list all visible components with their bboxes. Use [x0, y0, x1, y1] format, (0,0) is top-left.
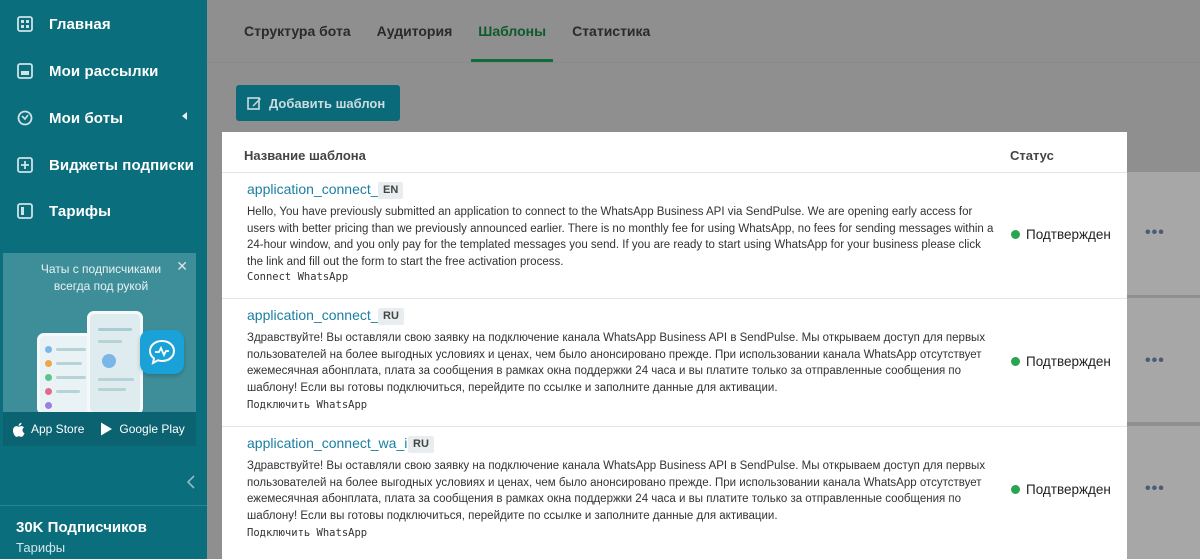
sidebar-item-label: Главная [49, 15, 111, 33]
apple-icon [12, 422, 25, 437]
language-badge: RU [408, 436, 434, 453]
status-dot-icon [1011, 485, 1020, 494]
sidebar-item-bots[interactable]: Мои боты [0, 95, 207, 141]
template-name[interactable]: application_connect_wa [247, 181, 396, 197]
status-dot-icon [1011, 357, 1020, 366]
collapse-sidebar-button[interactable] [186, 474, 200, 492]
sidebar-item-label: Виджеты подписки [49, 156, 194, 174]
divider [207, 62, 1200, 63]
template-name[interactable]: application_connect_wa_img [247, 435, 427, 451]
sidebar-item-home[interactable]: Главная [0, 1, 207, 47]
sidebar: Главная Мои рассылки Мои боты Виджеты по… [0, 0, 207, 559]
template-button-label: Connect WhatsApp [247, 271, 349, 283]
template-text: Hello, You have previously submitted an … [247, 206, 994, 268]
mailing-icon [16, 62, 34, 80]
app-store-label: App Store [31, 422, 85, 436]
row-menu-button[interactable]: ••• [1145, 480, 1165, 498]
template-button-label: Подключить WhatsApp [247, 527, 368, 539]
tariffs-link[interactable]: Тарифы [16, 540, 65, 555]
status-label: Подтвержден [1026, 227, 1111, 242]
row-menu-button[interactable]: ••• [1145, 224, 1165, 242]
template-text: Здравствуйте! Вы оставляли свою заявку н… [247, 332, 986, 394]
status-label: Подтвержден [1026, 354, 1111, 369]
status-badge: Подтвержден [1011, 482, 1111, 497]
tab-templates[interactable]: Шаблоны [465, 0, 559, 62]
row-menu-button[interactable]: ••• [1145, 352, 1165, 370]
table-row[interactable]: application_connect_wa EN Hello, You hav… [222, 172, 1127, 296]
sidebar-item-mailings[interactable]: Мои рассылки [0, 48, 207, 94]
edit-icon [247, 96, 261, 110]
phone-illustration [87, 311, 143, 415]
bots-icon [16, 109, 34, 127]
column-header-name: Название шаблона [244, 148, 366, 163]
template-name[interactable]: application_connect_wa [247, 307, 396, 323]
pricing-icon [16, 202, 34, 220]
add-template-label: Добавить шаблон [269, 95, 386, 111]
google-play-link[interactable]: Google Play [100, 422, 185, 436]
table-row[interactable]: application_connect_wa_img RU Здравствуй… [222, 426, 1127, 559]
chevron-left-icon [186, 475, 195, 489]
main-content: Структура бота Аудитория Шаблоны Статист… [207, 0, 1200, 559]
status-label: Подтвержден [1026, 482, 1111, 497]
column-header-status: Статус [1010, 148, 1054, 163]
google-play-label: Google Play [119, 422, 185, 436]
status-badge: Подтвержден [1011, 227, 1111, 242]
templates-table: Название шаблона Статус application_conn… [222, 132, 1127, 559]
status-dot-icon [1011, 230, 1020, 239]
mobile-app-promo: Чаты с подписчиками всегда под рукой ✕ A… [3, 253, 196, 446]
divider [0, 505, 207, 506]
google-play-icon [101, 422, 113, 436]
close-icon[interactable]: ✕ [176, 259, 188, 273]
sidebar-item-widgets[interactable]: Виджеты подписки [0, 142, 207, 188]
store-links: App Store Google Play [3, 412, 196, 446]
add-template-button[interactable]: Добавить шаблон [236, 85, 400, 121]
tab-statistics[interactable]: Статистика [559, 0, 663, 62]
grid-icon [16, 15, 34, 33]
template-text: Здравствуйте! Вы оставляли свою заявку н… [247, 460, 986, 522]
sidebar-item-label: Мои боты [49, 109, 124, 127]
subscriber-count: 30K Подписчиков [16, 519, 147, 536]
language-badge: RU [378, 308, 404, 325]
template-button-label: Подключить WhatsApp [247, 399, 368, 411]
promo-text: Чаты с подписчиками всегда под рукой [40, 262, 162, 293]
language-badge: EN [378, 182, 404, 199]
chevron-left-icon [182, 112, 187, 120]
widget-icon [16, 156, 34, 174]
chat-app-icon [140, 330, 184, 374]
tab-audience[interactable]: Аудитория [364, 0, 466, 62]
table-row[interactable]: application_connect_wa RU Здравствуйте! … [222, 298, 1127, 424]
sidebar-item-label: Тарифы [49, 202, 112, 220]
tab-bot-structure[interactable]: Структура бота [231, 0, 364, 62]
status-badge: Подтвержден [1011, 354, 1111, 369]
tab-bar: Структура бота Аудитория Шаблоны Статист… [231, 0, 663, 62]
sidebar-item-label: Мои рассылки [49, 62, 159, 80]
app-store-link[interactable]: App Store [12, 422, 84, 437]
sidebar-item-pricing[interactable]: Тарифы [0, 188, 207, 234]
